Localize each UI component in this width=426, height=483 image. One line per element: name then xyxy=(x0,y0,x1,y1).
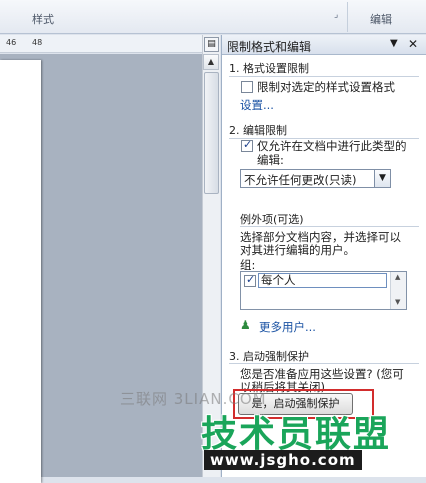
editing-type-select[interactable]: 不允许任何更改(只读) ▼ xyxy=(240,169,391,188)
dialog-launcher-icon[interactable]: ⌟ xyxy=(334,10,338,20)
section-divider xyxy=(229,363,419,364)
section-divider xyxy=(240,226,419,227)
horizontal-ruler: 46 48 xyxy=(0,35,202,53)
ribbon: 样式 ⌟ 编辑 xyxy=(0,0,426,34)
settings-link[interactable]: 设置... xyxy=(240,97,274,113)
exceptions-heading: 例外项(可选) xyxy=(240,213,304,226)
ruler-tick-label: 46 xyxy=(6,38,17,47)
pane-menu-icon[interactable]: ▼ xyxy=(390,38,398,49)
group-item-checkbox[interactable] xyxy=(244,273,256,287)
ruler-toggle-icon[interactable]: ▤ xyxy=(204,37,219,52)
section2-heading: 2. 编辑限制 xyxy=(229,124,287,137)
document-page[interactable] xyxy=(0,60,41,483)
pane-title: 限制格式和编辑 xyxy=(227,40,312,54)
scroll-up-button[interactable]: ▲ xyxy=(203,54,219,70)
close-icon[interactable]: ✕ xyxy=(408,37,418,51)
editing-type-value: 不允许任何更改(只读) xyxy=(244,173,357,187)
users-icon: ♟ xyxy=(240,318,251,332)
pane-header: 限制格式和编辑 ▼ ✕ xyxy=(222,35,426,55)
ruler-tick-label: 48 xyxy=(32,38,43,47)
group-listbox[interactable]: 每个人 ▲ ▼ xyxy=(240,271,407,310)
section3-heading: 3. 启动强制保护 xyxy=(229,350,309,363)
group-item-label: 每个人 xyxy=(258,273,387,288)
styles-group-label: 样式 xyxy=(32,13,54,26)
watermark-url: www.jsgho.com xyxy=(204,450,362,470)
document-area xyxy=(0,54,202,483)
section1-heading: 1. 格式设置限制 xyxy=(229,62,309,75)
scrollbar-thumb[interactable] xyxy=(204,72,219,194)
section-divider xyxy=(229,76,419,77)
edit-group-label: 编辑 xyxy=(370,13,392,26)
list-item[interactable]: 每个人 xyxy=(241,272,389,290)
editing-restriction-checkbox[interactable] xyxy=(241,138,253,152)
scroll-up-icon[interactable]: ▲ xyxy=(395,273,400,281)
list-scrollbar[interactable]: ▲ ▼ xyxy=(390,272,406,309)
scroll-down-icon[interactable]: ▼ xyxy=(395,298,400,306)
editing-restriction-label-cont: 编辑: xyxy=(257,153,284,167)
exceptions-description-cont: 对其进行编辑的用户。 xyxy=(240,243,355,257)
more-users-link[interactable]: 更多用户... xyxy=(259,319,316,335)
format-restriction-label: 限制对选定的样式设置格式 xyxy=(257,80,395,94)
ribbon-separator xyxy=(347,2,348,32)
format-restriction-checkbox[interactable] xyxy=(241,81,253,93)
chevron-down-icon[interactable]: ▼ xyxy=(374,170,390,187)
